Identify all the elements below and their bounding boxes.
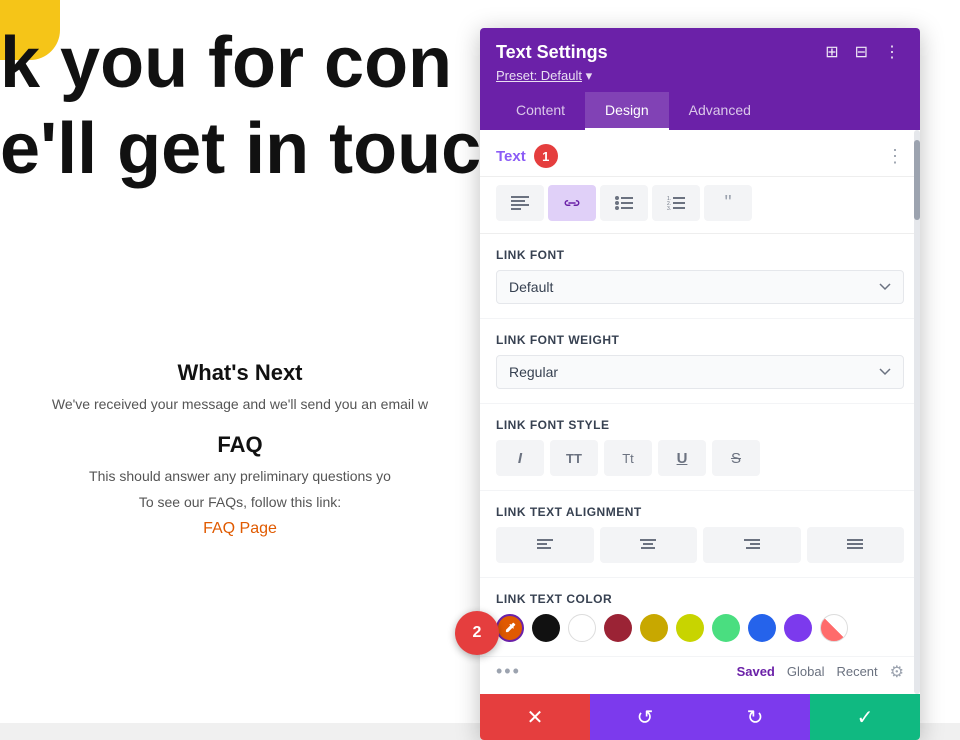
align-right-btn[interactable] [703, 527, 801, 563]
color-tab-buttons: Saved Global Recent ⚙ [737, 662, 904, 682]
align-left-btn[interactable] [496, 527, 594, 563]
tab-advanced[interactable]: Advanced [669, 92, 771, 130]
whats-next-title: What's Next [20, 360, 460, 386]
style-tt-bold[interactable]: TT [550, 440, 598, 476]
bg-text-line1: k you for con [0, 20, 481, 106]
style-strikethrough[interactable]: S [712, 440, 760, 476]
link-font-group: Link Font Default Arial Georgia Times Ne… [480, 234, 920, 319]
toolbar-link[interactable] [548, 185, 596, 221]
list-ul-icon [615, 196, 633, 210]
color-swatch-white[interactable] [568, 614, 596, 642]
more-options-button[interactable]: ••• [496, 661, 521, 682]
align-justify-btn[interactable] [807, 527, 905, 563]
toolbar-list-ol[interactable]: 1. 2. 3. [652, 185, 700, 221]
color-swatch-yellow[interactable] [640, 614, 668, 642]
settings-panel: Text Settings ⊞ ⊟ ⋮ Preset: Default ▾ Co… [480, 28, 920, 740]
link-text-color-label: Link Text Color [496, 592, 904, 606]
align-buttons [496, 527, 904, 563]
list-ol-icon: 1. 2. 3. [667, 196, 685, 210]
bg-text-line2: e'll get in touc [0, 106, 481, 192]
toolbar-list-ul[interactable] [600, 185, 648, 221]
panel-body: Text 1 ⋮ [480, 130, 920, 694]
color-swatch-green[interactable] [712, 614, 740, 642]
color-swatch-blue[interactable] [748, 614, 776, 642]
link-icon [563, 196, 581, 210]
bg-heading: k you for con e'll get in touc [0, 20, 481, 193]
faq-title: FAQ [20, 432, 460, 458]
faq-page-link[interactable]: FAQ Page [203, 520, 277, 537]
align-center-btn[interactable] [600, 527, 698, 563]
color-swatch-purple[interactable] [784, 614, 812, 642]
style-tt-light[interactable]: Tt [604, 440, 652, 476]
fab-badge-2[interactable]: 2 [455, 611, 499, 655]
preset-label[interactable]: Preset: Default [496, 68, 582, 83]
eyedropper-icon [503, 621, 517, 635]
tab-design[interactable]: Design [585, 92, 669, 130]
panel-title: Text Settings [496, 42, 608, 63]
tab-content[interactable]: Content [496, 92, 585, 130]
link-font-weight-label: Link Font Weight [496, 333, 904, 347]
panel-footer: ✕ ↺ ↻ ✓ [480, 694, 920, 740]
color-picker-swatch[interactable] [496, 614, 524, 642]
faq-link-row: To see our FAQs, follow this link: [20, 494, 460, 510]
link-font-style-group: Link Font Style I TT Tt U S [480, 404, 920, 491]
align-center-icon [640, 539, 656, 551]
link-font-style-label: Link Font Style [496, 418, 904, 432]
panel-header: Text Settings ⊞ ⊟ ⋮ Preset: Default ▾ Co… [480, 28, 920, 130]
link-font-label: Link Font [496, 248, 904, 262]
panel-icon-split[interactable]: ⊟ [851, 40, 872, 64]
align-left-icon [511, 196, 529, 210]
faq-link-text: This should answer any preliminary quest… [20, 468, 460, 484]
align-right-icon [744, 539, 760, 551]
align-justify-icon [847, 539, 863, 551]
section-header: Text 1 ⋮ [480, 130, 920, 177]
panel-preset: Preset: Default ▾ [496, 68, 904, 84]
panel-icon-grid[interactable]: ⊞ [821, 40, 842, 64]
align-left-icon [537, 539, 553, 551]
style-buttons: I TT Tt U S [496, 440, 904, 476]
page-section: What's Next We've received your message … [0, 360, 480, 538]
redo-button[interactable]: ↻ [700, 694, 810, 740]
style-italic[interactable]: I [496, 440, 544, 476]
scrollbar-thumb[interactable] [914, 140, 920, 220]
section-title: Text [496, 148, 526, 165]
section-more-button[interactable]: ⋮ [886, 147, 904, 165]
color-options-row: ••• Saved Global Recent ⚙ [480, 657, 920, 694]
whats-next-body: We've received your message and we'll se… [20, 396, 460, 412]
cancel-button[interactable]: ✕ [480, 694, 590, 740]
link-font-weight-select[interactable]: Regular Bold Light Medium [496, 355, 904, 389]
svg-text:3.: 3. [667, 206, 671, 210]
icon-toolbar: 1. 2. 3. " [480, 177, 920, 234]
color-tab-recent[interactable]: Recent [836, 664, 877, 679]
color-tab-global[interactable]: Global [787, 664, 825, 679]
panel-icons: ⊞ ⊟ ⋮ [821, 40, 904, 64]
link-font-select[interactable]: Default Arial Georgia Times New Roman [496, 270, 904, 304]
color-swatch-transparent[interactable] [820, 614, 848, 642]
undo-button[interactable]: ↺ [590, 694, 700, 740]
fab-2-number: 2 [473, 624, 482, 642]
color-swatch-black[interactable] [532, 614, 560, 642]
save-button[interactable]: ✓ [810, 694, 920, 740]
panel-tabs: Content Design Advanced [496, 92, 904, 130]
section-title-row: Text 1 [496, 144, 558, 168]
link-text-color-group: Link Text Color [480, 578, 920, 657]
link-text-alignment-group: Link Text Alignment [480, 491, 920, 578]
toolbar-align-left[interactable] [496, 185, 544, 221]
link-font-weight-group: Link Font Weight Regular Bold Light Medi… [480, 319, 920, 404]
scrollbar-track[interactable] [914, 130, 920, 694]
color-swatches [496, 614, 904, 642]
color-tab-saved[interactable]: Saved [737, 664, 775, 679]
color-settings-button[interactable]: ⚙ [890, 662, 904, 682]
link-text-alignment-label: Link Text Alignment [496, 505, 904, 519]
panel-icon-more[interactable]: ⋮ [880, 40, 904, 64]
color-swatch-red[interactable] [604, 614, 632, 642]
panel-header-top: Text Settings ⊞ ⊟ ⋮ [496, 40, 904, 64]
section-badge: 1 [534, 144, 558, 168]
color-swatch-lime[interactable] [676, 614, 704, 642]
toolbar-quote[interactable]: " [704, 185, 752, 221]
style-underline[interactable]: U [658, 440, 706, 476]
